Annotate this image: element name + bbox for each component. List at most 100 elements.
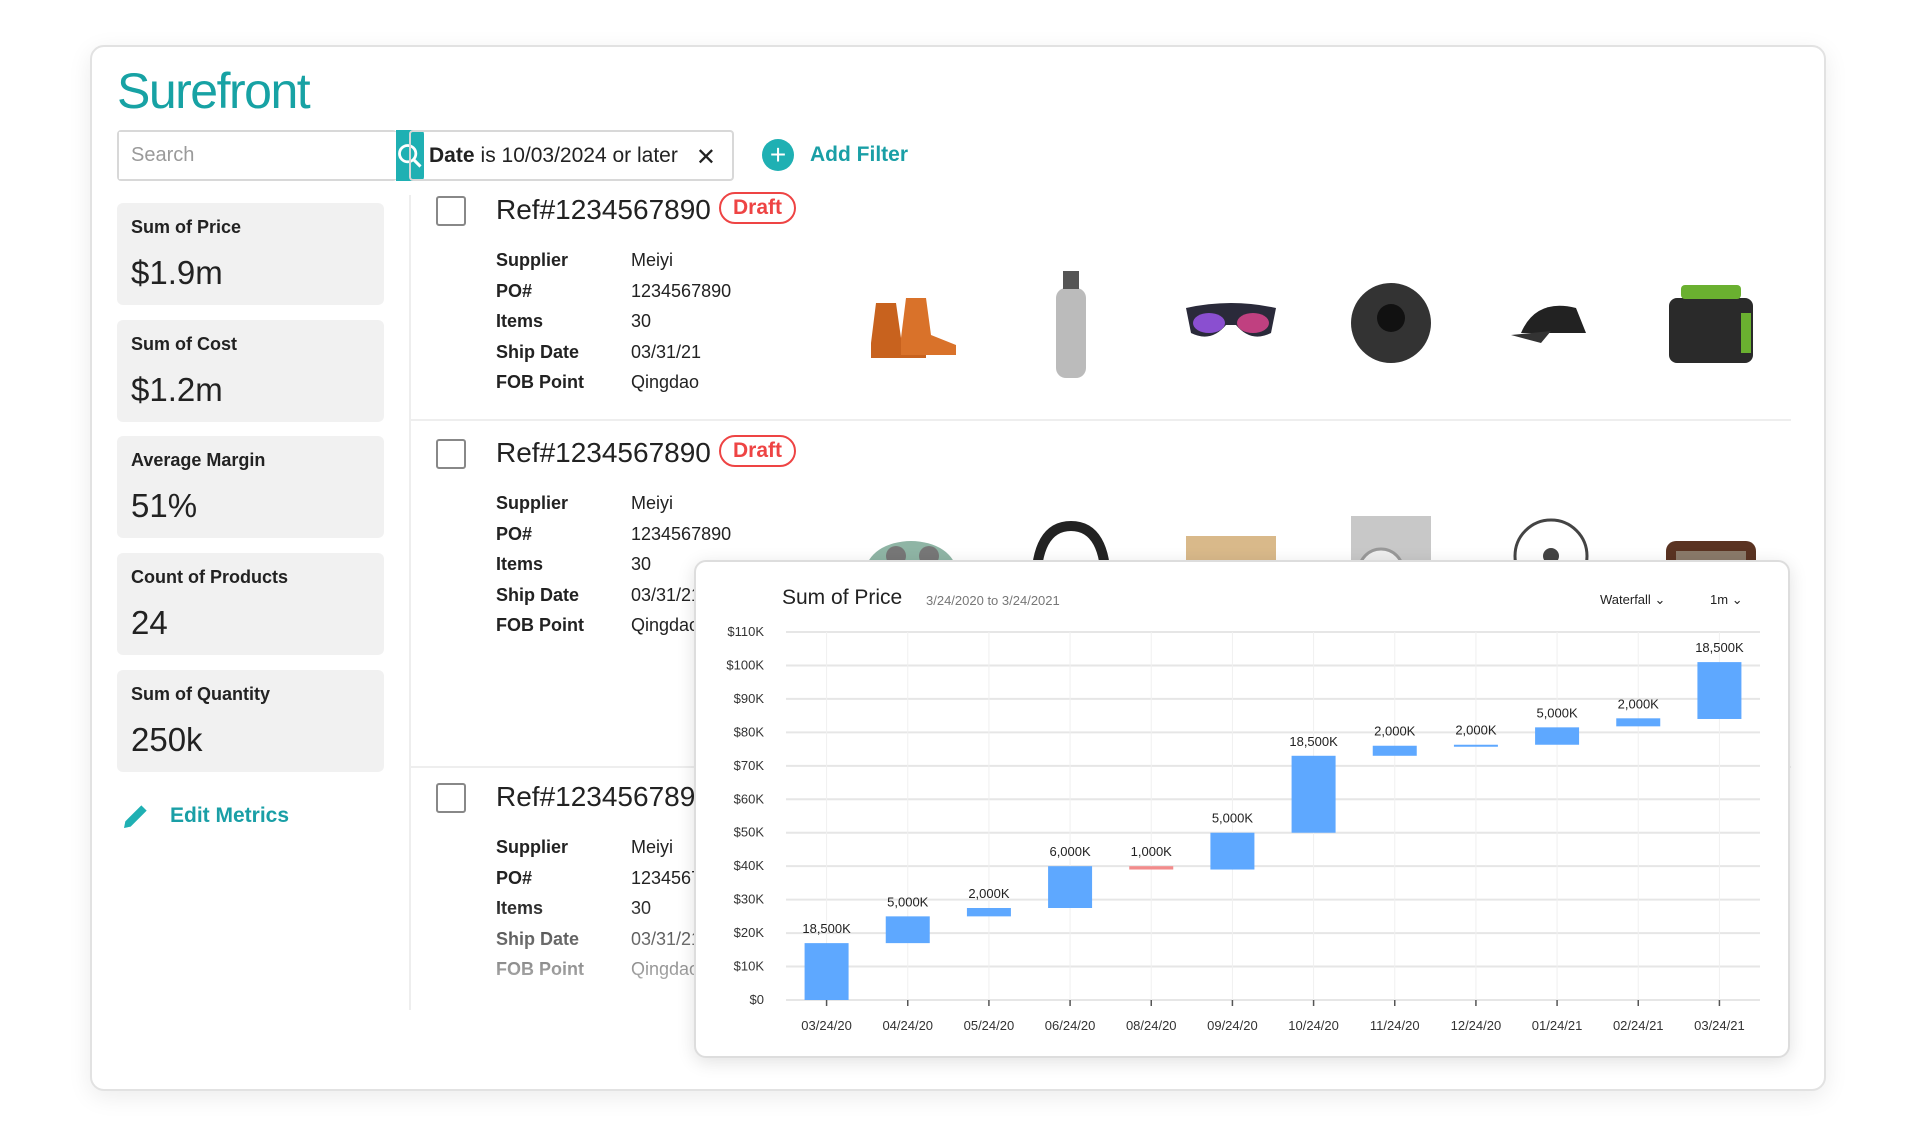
po-value: 1234567890: [631, 280, 732, 301]
product-image-boots[interactable]: [851, 263, 971, 383]
status-badge: Draft: [719, 435, 797, 467]
metric-average-margin: Average Margin 51%: [117, 436, 384, 538]
waterfall-bar: [1372, 745, 1417, 756]
detail-label: FOB Point: [496, 372, 584, 392]
waterfall-bar: [966, 908, 1011, 917]
row-checkbox[interactable]: [436, 196, 466, 226]
detail-label: FOB Point: [496, 615, 584, 635]
close-icon[interactable]: ✕: [696, 143, 716, 172]
search-box: [117, 130, 424, 181]
y-tick-label: $0: [750, 992, 764, 1007]
detail-label: Supplier: [496, 837, 569, 857]
waterfall-bar: [1535, 727, 1580, 745]
detail-label: Ship Date: [496, 341, 580, 362]
x-tick-label: 12/24/20: [1451, 1018, 1502, 1033]
plus-circle-icon: +: [762, 139, 794, 171]
x-tick-label: 03/24/21: [1694, 1018, 1745, 1033]
data-label: 5,000K: [887, 894, 929, 909]
metric-value: 51%: [131, 487, 198, 524]
product-images: [851, 258, 1771, 388]
y-tick-label: $100K: [726, 657, 764, 672]
order-details: Supplier Meiyi PO# 1234567890 Items 30 Ship…: [496, 245, 731, 398]
x-tick-label: 10/24/20: [1288, 1018, 1339, 1033]
filter-condition: is 10/03/2024 or later: [480, 143, 678, 167]
date-filter-chip[interactable]: Date is 10/03/2024 or later ✕: [409, 130, 734, 181]
product-image-water-bottle[interactable]: [1011, 263, 1131, 383]
data-label: 6,000K: [1049, 844, 1091, 859]
detail-label: Items: [496, 554, 544, 574]
data-label: 5,000K: [1212, 811, 1254, 826]
order-ref[interactable]: Ref#1234567890: [496, 781, 711, 813]
metric-label: Sum of Cost: [131, 334, 237, 354]
x-tick-label: 09/24/20: [1207, 1018, 1258, 1033]
metric-count-of-products: Count of Products 24: [117, 553, 384, 655]
y-tick-label: $10K: [734, 959, 765, 974]
status-badge: Draft: [719, 192, 797, 224]
detail-label: Items: [496, 311, 544, 331]
supplier-value: Meiyi: [631, 493, 674, 513]
data-label: 5,000K: [1536, 705, 1578, 720]
waterfall-bar: [1291, 755, 1336, 833]
row-divider: [411, 419, 1791, 421]
data-label: 2,000K: [1455, 723, 1497, 738]
y-tick-label: $60K: [734, 791, 765, 806]
supplier-value: Meiyi: [631, 837, 674, 857]
product-image-power-station[interactable]: [1651, 263, 1771, 383]
row-checkbox[interactable]: [436, 783, 466, 813]
add-filter-label: Add Filter: [810, 143, 908, 166]
detail-label: PO#: [496, 523, 533, 544]
fob-value: Qingdao: [631, 615, 700, 635]
x-tick-label: 05/24/20: [964, 1018, 1015, 1033]
waterfall-bar: [1210, 832, 1255, 870]
detail-label: Ship Date: [496, 584, 580, 605]
y-tick-label: $110K: [727, 624, 764, 639]
order-row[interactable]: Ref#1234567890 Draft Supplier Meiyi PO# 12…: [411, 190, 1791, 430]
waterfall-bar: [1697, 662, 1742, 719]
metric-value: $1.9m: [131, 254, 223, 291]
product-image-sunglasses[interactable]: [1171, 263, 1291, 383]
metric-label: Average Margin: [131, 450, 266, 470]
y-tick-label: $40K: [734, 858, 765, 873]
y-tick-label: $80K: [734, 724, 765, 739]
order-ref[interactable]: Ref#1234567890: [496, 194, 711, 226]
waterfall-bar: [1129, 866, 1174, 870]
search-input[interactable]: [119, 132, 396, 179]
row-checkbox[interactable]: [436, 439, 466, 469]
product-image-cap[interactable]: [1491, 263, 1611, 383]
edit-metrics-button[interactable]: Edit Metrics: [120, 800, 289, 832]
data-label: 18,500K: [802, 921, 851, 936]
detail-label: PO#: [496, 867, 533, 888]
surefront-logo[interactable]: Surefront: [117, 62, 311, 120]
x-tick-label: 01/24/21: [1532, 1018, 1583, 1033]
fade-overlay: [411, 900, 711, 1010]
chart-panel: Sum of Price 3/24/2020 to 3/24/2021 Wate…: [694, 560, 1790, 1058]
order-ref[interactable]: Ref#1234567890: [496, 437, 711, 469]
y-tick-label: $90K: [734, 691, 765, 706]
metric-value: $1.2m: [131, 371, 223, 408]
data-label: 1,000K: [1131, 844, 1173, 859]
x-tick-label: 03/24/20: [801, 1018, 852, 1033]
y-tick-label: $50K: [734, 825, 765, 840]
edit-metrics-label: Edit Metrics: [170, 804, 290, 827]
add-filter-button[interactable]: + Add Filter: [762, 139, 908, 171]
po-value: 1234567890: [631, 523, 732, 544]
data-label: 18,500K: [1289, 734, 1338, 749]
fob-value: Qingdao: [631, 372, 700, 392]
items-value: 30: [631, 554, 652, 574]
pencil-icon: [124, 805, 147, 828]
data-label: 2,000K: [1374, 724, 1416, 739]
waterfall-bar: [1048, 866, 1093, 908]
metric-value: 250k: [131, 721, 203, 758]
detail-label: Supplier: [496, 493, 569, 513]
metric-sum-of-cost: Sum of Cost $1.2m: [117, 320, 384, 422]
waterfall-bar: [1616, 718, 1661, 727]
metric-label: Sum of Price: [131, 217, 242, 237]
ship-date-value: 03/31/21: [631, 584, 702, 605]
y-tick-label: $70K: [734, 758, 765, 773]
data-label: 2,000K: [968, 886, 1010, 901]
detail-label: Supplier: [496, 250, 569, 270]
product-image-speaker[interactable]: [1331, 263, 1451, 383]
x-tick-label: 04/24/20: [882, 1018, 933, 1033]
detail-label: PO#: [496, 280, 533, 301]
metric-sum-of-quantity: Sum of Quantity 250k: [117, 670, 384, 772]
